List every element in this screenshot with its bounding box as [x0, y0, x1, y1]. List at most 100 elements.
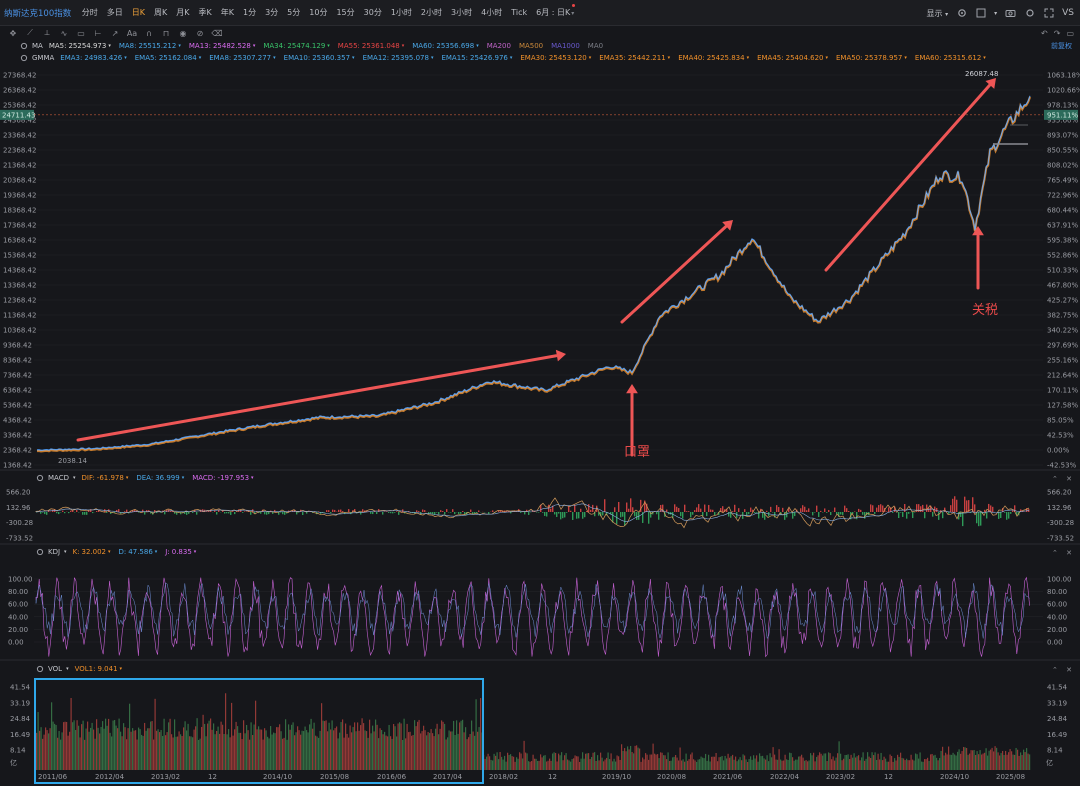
macd-bar — [634, 512, 636, 517]
chevron-down-icon[interactable]: ▾ — [66, 666, 69, 672]
volume-bar — [916, 754, 918, 770]
legend-item[interactable]: MACD: -197.953 ▾ — [192, 474, 253, 482]
close-icon[interactable]: ✕ — [1066, 475, 1072, 483]
chevron-down-icon[interactable]: ▾ — [73, 475, 76, 481]
macd-bar — [812, 512, 814, 516]
legend-item[interactable]: K: 32.002 ▾ — [73, 548, 111, 556]
volume-bar — [787, 759, 789, 770]
vol-tick-left: 33.19 — [10, 699, 30, 707]
volume-bar — [993, 751, 995, 770]
volume-bar — [492, 760, 494, 770]
kdj-name[interactable]: KDJ — [48, 548, 60, 556]
macd-bar — [492, 510, 494, 512]
volume-bar — [628, 749, 630, 770]
volume-bar — [871, 752, 873, 770]
volume-bar — [712, 756, 714, 770]
kdj-tick-left: 20.00 — [8, 626, 28, 634]
macd-bar — [602, 512, 604, 516]
macd-bar — [734, 504, 736, 512]
gear-icon[interactable] — [36, 548, 44, 556]
legend-label: K: — [72, 548, 80, 556]
volume-bar — [849, 759, 851, 770]
gear-icon[interactable] — [36, 474, 44, 482]
macd-tick-right: 566.20 — [1047, 489, 1072, 497]
volume-bar — [844, 755, 846, 770]
macd-bar — [658, 512, 660, 520]
volume-bar — [529, 761, 531, 770]
close-icon[interactable]: ✕ — [1066, 549, 1072, 557]
gear-icon[interactable] — [36, 665, 44, 673]
move-up-icon[interactable]: ⌃ — [1052, 549, 1058, 557]
volume-bar — [675, 754, 677, 770]
macd-bar — [922, 504, 924, 512]
move-up-icon[interactable]: ⌃ — [1052, 666, 1058, 674]
macd-tick-right: -733.52 — [1047, 535, 1074, 543]
macd-bar — [454, 512, 456, 515]
legend-item[interactable]: DEA: 36.999 ▾ — [136, 474, 184, 482]
volume-bar — [702, 757, 704, 770]
move-up-icon[interactable]: ⌃ — [1052, 475, 1058, 483]
volume-bar — [925, 759, 927, 770]
macd-name[interactable]: MACD — [48, 474, 69, 482]
macd-bar — [442, 511, 444, 512]
volume-bar — [727, 753, 729, 770]
date-tick: 2023/02 — [826, 773, 856, 781]
volume-bar — [910, 754, 912, 770]
price-tick-right: 170.11% — [1047, 387, 1078, 395]
macd-bar — [776, 505, 778, 512]
macd-bar — [424, 510, 426, 512]
price-tick-left: 6368.42 — [3, 387, 32, 395]
macd-bar — [980, 512, 982, 526]
volume-bar — [618, 756, 620, 770]
vol-name[interactable]: VOL — [48, 665, 62, 673]
price-tick-right: 552.86% — [1047, 252, 1078, 260]
macd-bar — [782, 507, 784, 512]
close-icon[interactable]: ✕ — [1066, 666, 1072, 674]
macd-bar — [558, 512, 560, 514]
volume-bar — [1003, 754, 1005, 770]
volume-bar — [661, 752, 663, 770]
macd-bar — [900, 512, 902, 513]
volume-bar — [576, 756, 578, 770]
legend-item[interactable]: J: 0.835 ▾ — [165, 548, 196, 556]
macd-bar — [848, 511, 850, 512]
volume-bar — [973, 750, 975, 770]
volume-bar — [562, 760, 564, 770]
legend-item[interactable]: D: 47.586 ▾ — [119, 548, 158, 556]
volume-bar — [874, 752, 876, 770]
macd-bar — [330, 512, 332, 514]
macd-bar — [710, 509, 712, 512]
macd-bar — [906, 512, 908, 519]
volume-bar — [856, 756, 858, 770]
volume-bar — [522, 758, 524, 770]
legend-item[interactable]: DIF: -61.978 ▾ — [82, 474, 129, 482]
vol-tick-right: 8.14 — [1047, 747, 1063, 755]
volume-bar — [886, 761, 888, 770]
date-tick: 12 — [548, 773, 557, 781]
trend-arrow-1 — [76, 349, 566, 442]
price-tick-left: 2368.42 — [3, 447, 32, 455]
volume-bar — [1002, 750, 1004, 770]
volume-bar — [979, 750, 981, 770]
legend-item[interactable]: VOL1: 9.041 ▾ — [75, 665, 122, 673]
macd-bar — [268, 512, 270, 515]
macd-bar — [902, 512, 904, 517]
volume-bar — [1008, 752, 1010, 770]
price-tick-right: 212.64% — [1047, 372, 1078, 380]
macd-bar — [214, 510, 216, 512]
volume-bar — [571, 759, 573, 770]
volume-bar — [700, 756, 702, 770]
volume-bar — [766, 755, 768, 770]
legend-label: J: — [165, 548, 170, 556]
volume-bar — [999, 755, 1001, 770]
macd-bar — [106, 512, 108, 513]
price-tick-right: 340.22% — [1047, 327, 1078, 335]
volume-bar — [490, 759, 492, 770]
price-tick-left: 7368.42 — [3, 372, 32, 380]
volume-bar — [897, 754, 899, 770]
chevron-down-icon[interactable]: ▾ — [64, 549, 67, 555]
volume-bar — [510, 754, 512, 770]
volume-bar — [694, 760, 696, 770]
date-tick: 2022/04 — [770, 773, 800, 781]
macd-bar — [862, 512, 864, 515]
